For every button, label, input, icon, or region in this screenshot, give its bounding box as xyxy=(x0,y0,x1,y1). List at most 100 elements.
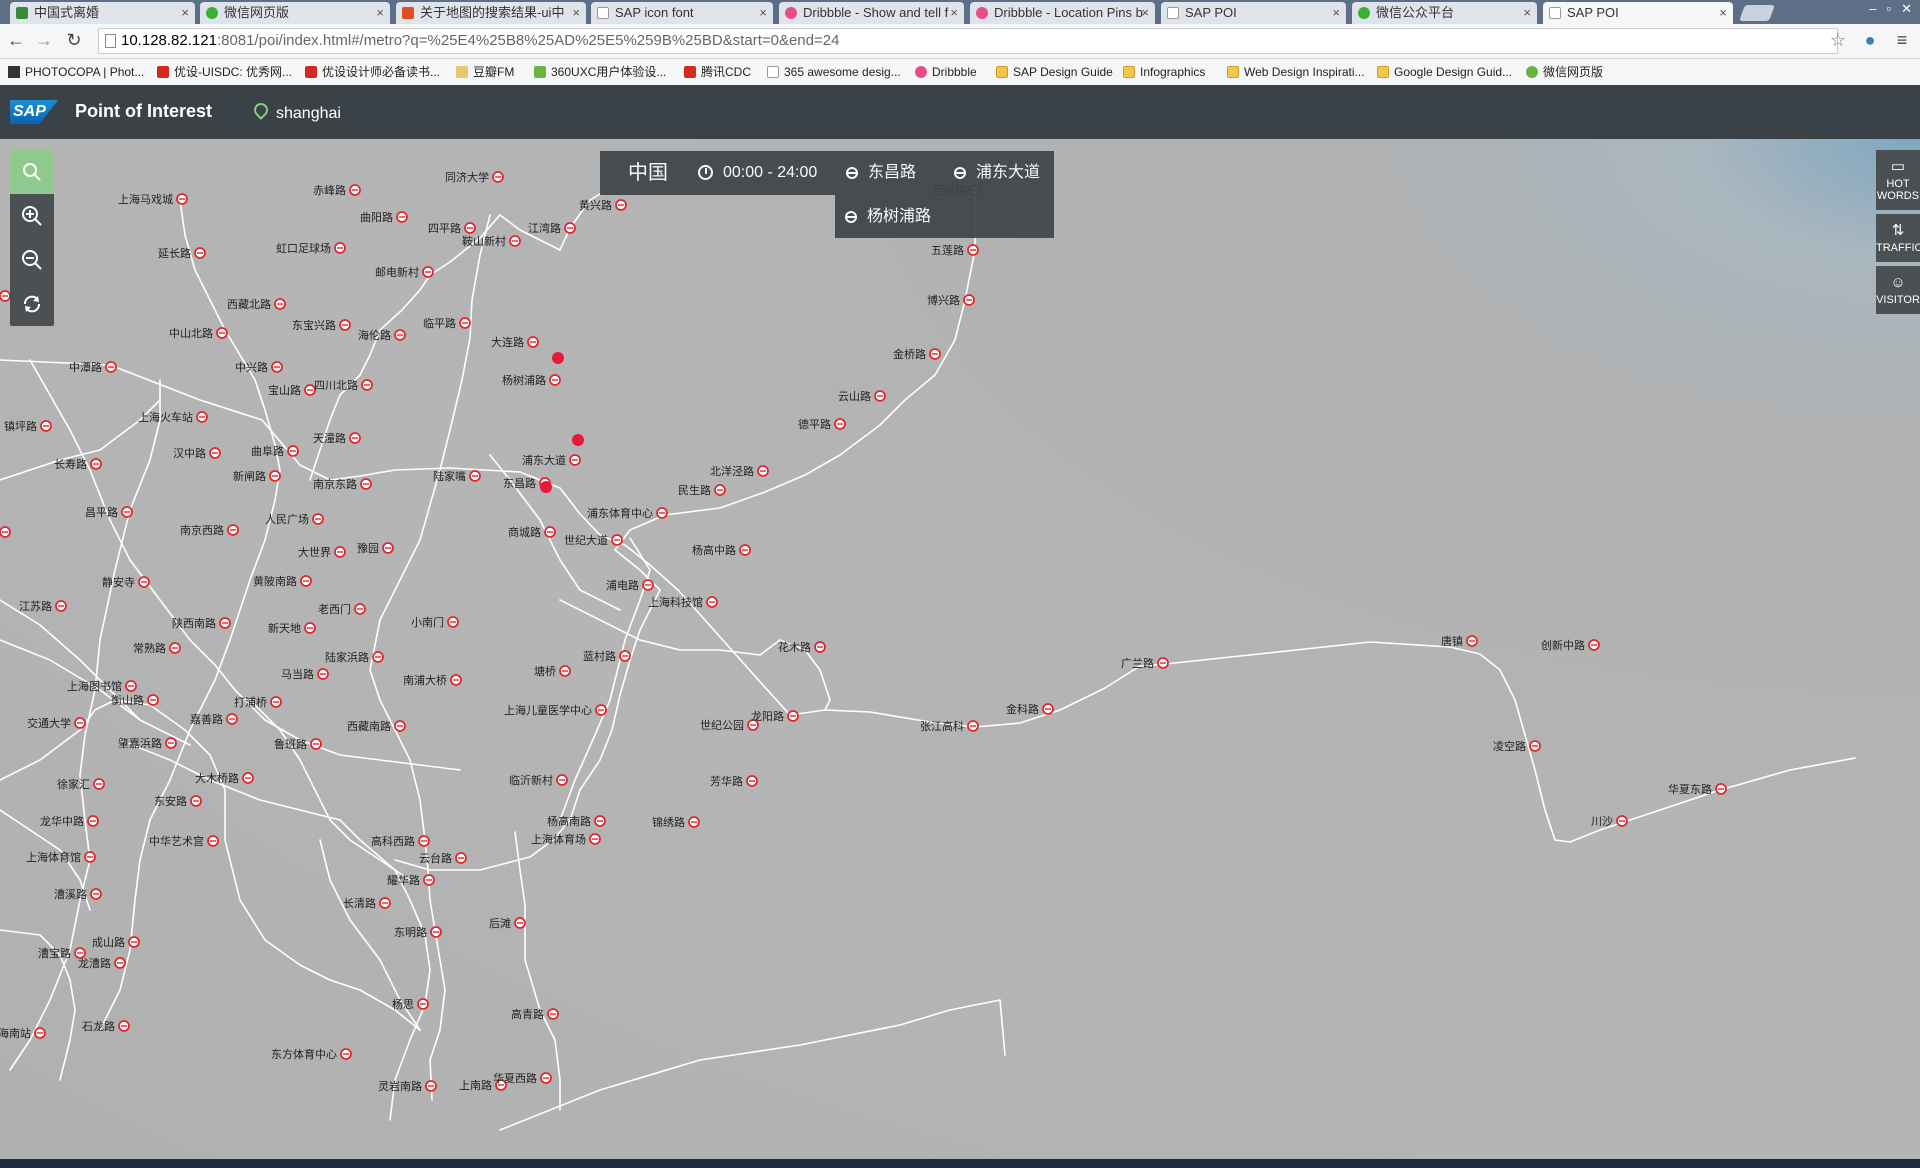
metro-station[interactable]: 金科路 xyxy=(1006,702,1054,716)
metro-station[interactable]: 静安寺 xyxy=(102,575,150,589)
metro-station[interactable]: 世纪大道 xyxy=(564,533,623,547)
search-button[interactable] xyxy=(10,150,54,194)
metro-station[interactable]: 大木桥路 xyxy=(195,771,254,785)
bookmark-item[interactable]: Google Design Guid... xyxy=(1377,59,1512,85)
metro-station[interactable]: 嘉善路 xyxy=(190,712,238,726)
poi-marker[interactable] xyxy=(540,481,552,493)
metro-station[interactable]: 花木路 xyxy=(778,641,826,654)
hot-words-button[interactable]: ▭ HOT WORDS xyxy=(1876,150,1920,210)
metro-station[interactable]: 东方体育中心 xyxy=(271,1047,352,1061)
bookmark-item[interactable]: 优设设计师必备读书... xyxy=(305,59,440,85)
metro-station[interactable]: 临平路 xyxy=(423,316,471,330)
metro-station[interactable]: 塘桥 xyxy=(534,664,571,678)
browser-tab[interactable]: Dribbble - Show and tell f × xyxy=(779,2,964,24)
metro-station[interactable]: 华夏西路 xyxy=(493,1071,552,1085)
new-tab-button[interactable] xyxy=(1739,5,1775,21)
metro-station[interactable]: 临沂新村 xyxy=(509,773,568,787)
metro-station[interactable]: 南京西路 xyxy=(180,523,239,537)
zoom-in-button[interactable] xyxy=(10,194,54,238)
metro-station[interactable]: 云台路 xyxy=(419,851,467,865)
menu-icon[interactable]: ≡ xyxy=(1890,28,1914,52)
close-tab-icon[interactable]: × xyxy=(950,2,958,24)
bookmark-item[interactable]: Dribbble xyxy=(915,59,977,85)
location-selector[interactable]: shanghai xyxy=(251,100,341,123)
metro-station[interactable]: 豫园 xyxy=(357,542,394,555)
metro-station[interactable]: 衡山路 xyxy=(111,694,159,707)
metro-station[interactable]: 灵岩南路 xyxy=(378,1079,437,1093)
bookmark-star-icon[interactable]: ☆ xyxy=(1826,28,1850,52)
poi-marker[interactable] xyxy=(552,352,564,364)
metro-station[interactable]: 大世界 xyxy=(298,545,346,559)
bookmark-item[interactable]: 腾讯CDC xyxy=(684,59,751,85)
zoom-out-button[interactable] xyxy=(10,238,54,282)
metro-station[interactable]: 老西门 xyxy=(318,602,366,616)
metro-station[interactable]: 德平路 xyxy=(798,417,846,431)
time-range-filter[interactable]: 00:00 - 24:00 xyxy=(698,151,817,195)
metro-station[interactable]: 浦东体育中心 xyxy=(587,506,668,520)
metro-station[interactable]: 浦电路 xyxy=(606,579,654,592)
metro-station[interactable]: 大连路 xyxy=(491,335,539,349)
metro-station[interactable]: 上海马戏城 xyxy=(118,192,188,206)
browser-tab[interactable]: SAP icon font × xyxy=(591,2,773,24)
forward-arrow-icon[interactable]: → xyxy=(32,28,56,52)
metro-station[interactable]: 东安路 xyxy=(154,794,202,808)
close-tab-icon[interactable]: × xyxy=(1719,2,1727,24)
station-filter-chip[interactable]: 杨树浦路 xyxy=(845,195,931,239)
metro-station[interactable]: 海伦路 xyxy=(358,328,406,342)
metro-station[interactable]: 汉中路 xyxy=(173,447,221,460)
metro-station[interactable]: 曲阜路 xyxy=(251,445,299,458)
country-filter[interactable]: 中国 xyxy=(628,151,668,195)
close-tab-icon[interactable]: × xyxy=(1332,2,1340,24)
metro-station[interactable]: 虹口足球场 xyxy=(276,241,346,255)
metro-station[interactable]: 蓝村路 xyxy=(583,649,631,663)
metro-station[interactable]: 杨高南路 xyxy=(547,814,606,828)
metro-station[interactable]: 上海体育场 xyxy=(531,832,601,846)
metro-station[interactable]: 龙华中路 xyxy=(40,814,99,828)
metro-station[interactable]: 金桥路 xyxy=(893,347,941,361)
metro-station[interactable]: 浦东大道 xyxy=(522,453,581,467)
close-tab-icon[interactable]: × xyxy=(181,2,189,24)
browser-tab[interactable]: SAP POI × xyxy=(1161,2,1346,24)
metro-station[interactable]: 博兴路 xyxy=(927,294,975,307)
bookmark-item[interactable]: 豆瓣FM xyxy=(456,59,514,85)
visitor-button[interactable]: ☺ VISITOR xyxy=(1876,266,1920,314)
metro-station[interactable]: 后滩 xyxy=(489,916,526,930)
metro-station[interactable]: 上海火车站 xyxy=(138,410,208,424)
metro-station[interactable]: 成山路 xyxy=(92,936,140,949)
close-tab-icon[interactable]: × xyxy=(1523,2,1531,24)
metro-station[interactable]: 世纪公园 xyxy=(700,719,759,732)
metro-station[interactable]: 石龙路 xyxy=(82,1020,130,1033)
metro-station[interactable]: 常熟路 xyxy=(133,641,181,655)
metro-station[interactable]: 五莲路 xyxy=(931,244,979,257)
metro-station[interactable]: 新天地 xyxy=(268,621,316,635)
station-filter-chip[interactable]: 东昌路 xyxy=(846,151,916,195)
metro-station[interactable]: 高青路 xyxy=(511,1007,559,1021)
metro-station[interactable]: 商城路 xyxy=(508,525,556,539)
bookmark-item[interactable]: 优设-UISDC: 优秀网... xyxy=(157,59,292,85)
metro-station[interactable]: 江苏路 xyxy=(19,600,67,613)
metro-station[interactable]: 陆家嘴 xyxy=(433,469,481,483)
metro-station[interactable]: 凌空路 xyxy=(1493,739,1541,753)
close-window-icon[interactable]: ✕ xyxy=(1901,0,1912,20)
metro-station[interactable]: 创新中路 xyxy=(1541,638,1600,652)
traffic-button[interactable]: ⇅ TRAFFIC xyxy=(1876,214,1920,262)
metro-station[interactable]: 曹杨路 xyxy=(0,289,11,303)
metro-station[interactable]: 镇坪路 xyxy=(4,419,52,433)
extension-globe-icon[interactable]: ● xyxy=(1858,28,1882,52)
metro-station[interactable]: 昌平路 xyxy=(85,506,133,519)
browser-tab-active[interactable]: SAP POI × xyxy=(1543,2,1733,24)
minimize-icon[interactable]: – xyxy=(1869,0,1876,20)
metro-station[interactable]: 鲁班路 xyxy=(274,737,322,751)
metro-station[interactable]: 南京东路 xyxy=(313,477,372,491)
metro-station[interactable]: 芳华路 xyxy=(710,774,758,788)
browser-tab[interactable]: 微信公众平台 × xyxy=(1352,2,1537,24)
metro-station[interactable]: 锦绣路 xyxy=(652,815,700,829)
metro-station[interactable]: 云山路 xyxy=(838,390,886,403)
metro-station[interactable]: 肇嘉浜路 xyxy=(118,736,177,750)
metro-station[interactable]: 新闸路 xyxy=(233,469,281,483)
metro-station[interactable]: 中兴路 xyxy=(235,361,283,374)
bookmark-item[interactable]: SAP Design Guide xyxy=(996,59,1113,85)
metro-station[interactable]: 川沙 xyxy=(1591,815,1628,828)
maximize-icon[interactable]: ▫ xyxy=(1886,0,1891,20)
metro-station[interactable]: 中潭路 xyxy=(69,361,117,374)
